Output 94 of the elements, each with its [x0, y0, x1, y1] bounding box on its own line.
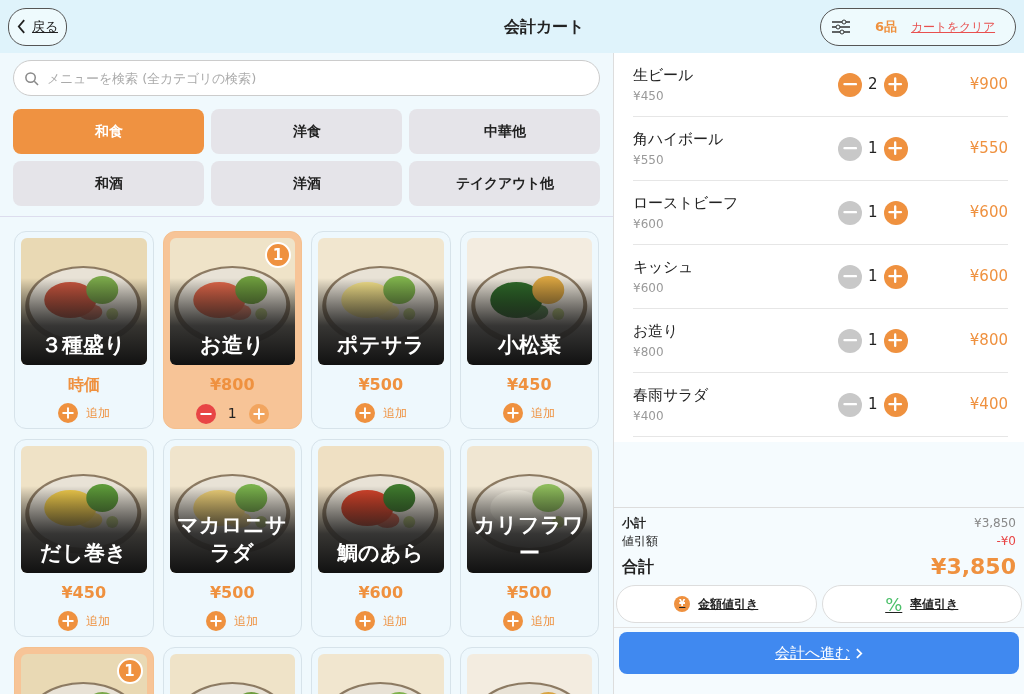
minus-icon[interactable]	[838, 264, 862, 289]
item-count: 6品	[875, 17, 898, 36]
plus-icon[interactable]	[503, 403, 524, 423]
cart-item-name: 春雨サラダ	[633, 385, 709, 407]
dish-name: ３種盛り	[40, 332, 128, 359]
unit-price: ¥600	[633, 215, 665, 233]
percent-icon: %	[885, 590, 903, 618]
minus-icon[interactable]	[838, 72, 862, 97]
dish-price: ¥450	[61, 582, 106, 604]
quantity: 1	[868, 266, 878, 288]
line-total: ¥900	[968, 74, 1008, 96]
plus-icon[interactable]	[883, 264, 908, 289]
line-total: ¥600	[968, 202, 1008, 224]
discount-button[interactable]: % 率値引き	[821, 585, 1022, 623]
total-value: ¥3,850	[931, 553, 1016, 581]
plus-icon[interactable]	[883, 200, 908, 225]
minus-icon[interactable]	[838, 136, 862, 161]
unit-price: ¥600	[633, 279, 665, 297]
category-tab[interactable]: 洋食	[211, 109, 402, 154]
menu-card[interactable]: 小松菜 ¥450 追加	[459, 231, 599, 429]
dish-name: 小松菜	[496, 332, 562, 359]
dish-name: マカロニサラダ	[176, 512, 289, 567]
dish-price: ¥500	[210, 582, 255, 604]
category-tab[interactable]: 中華他	[409, 109, 600, 154]
discount-button[interactable]: ¥ 金額値引き	[616, 585, 817, 623]
plus-icon[interactable]	[354, 403, 375, 423]
menu-card[interactable]: 鯛のあら ¥600 追加	[311, 439, 451, 637]
dish-price: ¥500	[507, 582, 552, 604]
clear-cart-link[interactable]: カートをクリア	[911, 17, 996, 36]
line-total: ¥800	[968, 330, 1008, 352]
quantity: 1	[227, 404, 237, 423]
dish-name: カリフラワー	[473, 512, 586, 567]
cart-item-name: 生ビール	[633, 65, 694, 87]
category-tab[interactable]: テイクアウト他	[409, 161, 600, 206]
subtotal-label: 小計	[622, 515, 646, 532]
dish-price: ¥450	[507, 374, 552, 396]
search-field[interactable]: メニューを検索 (全カテゴリの検索)	[13, 60, 600, 96]
search-icon	[24, 71, 39, 86]
cart-item-name: キッシュ	[633, 257, 694, 279]
menu-card[interactable]: カリフラワー ¥500 追加	[459, 439, 599, 637]
total-label: 合計	[622, 555, 654, 578]
subtotal-value: ¥3,850	[974, 515, 1016, 532]
page-title: 会計カート	[503, 15, 584, 38]
unit-price: ¥450	[633, 87, 665, 105]
minus-icon[interactable]	[838, 392, 862, 417]
menu-card[interactable]: だし巻き ¥450 追加	[14, 439, 154, 637]
quantity: 1	[868, 394, 878, 416]
discount-label: 値引額	[622, 533, 658, 550]
category-tab[interactable]: 洋酒	[211, 161, 402, 206]
dish-name: だし巻き	[39, 540, 129, 567]
plus-icon[interactable]	[248, 403, 269, 424]
settings-icon[interactable]	[831, 18, 851, 35]
line-total: ¥400	[968, 394, 1008, 416]
minus-icon[interactable]	[838, 328, 862, 353]
discount-value: -¥0	[996, 533, 1016, 550]
plus-icon[interactable]	[57, 611, 78, 631]
dish-price: 時価	[67, 374, 100, 396]
dish-price: ¥800	[210, 374, 255, 396]
dish-name: お造り	[198, 332, 266, 359]
cart-item-name: ローストビーフ	[633, 193, 739, 215]
dish-price: ¥500	[358, 374, 403, 396]
plus-icon[interactable]	[503, 611, 524, 631]
plus-icon[interactable]	[354, 611, 375, 631]
unit-price: ¥400	[633, 407, 665, 425]
line-total: ¥600	[968, 266, 1008, 288]
unit-price: ¥800	[633, 343, 665, 361]
menu-card[interactable]: ３種盛り 時価 追加	[14, 231, 154, 429]
chevron-left-icon	[17, 19, 26, 34]
yen-icon: ¥	[674, 596, 691, 612]
plus-icon[interactable]	[57, 403, 78, 423]
cart-item-name: お造り	[633, 321, 679, 343]
line-total: ¥550	[968, 138, 1008, 160]
quantity: 1	[868, 330, 878, 352]
unit-price: ¥550	[633, 151, 665, 169]
plus-icon[interactable]	[883, 392, 908, 417]
plus-icon[interactable]	[206, 611, 227, 631]
minus-icon[interactable]	[838, 200, 862, 225]
dish-price: ¥600	[358, 582, 403, 604]
menu-card[interactable]: マカロニサラダ ¥500 追加	[162, 439, 302, 637]
dish-name: 鯛のあら	[336, 540, 426, 567]
quantity: 1	[868, 202, 878, 224]
quantity: 1	[868, 138, 878, 160]
quantity: 2	[868, 74, 878, 96]
cart-item-name: 角ハイボール	[633, 129, 724, 151]
back-button[interactable]: 戻る	[8, 7, 67, 46]
chevron-right-icon	[856, 647, 863, 659]
minus-icon[interactable]	[195, 403, 216, 424]
plus-icon[interactable]	[883, 72, 908, 97]
plus-icon[interactable]	[883, 136, 908, 161]
menu-card[interactable]: ポテサラ ¥500 追加	[311, 231, 451, 429]
dish-name: ポテサラ	[335, 332, 426, 359]
category-tab[interactable]: 和酒	[13, 161, 204, 206]
menu-card[interactable]: お造り 1 ¥800 1	[162, 231, 302, 429]
plus-icon[interactable]	[883, 328, 908, 353]
